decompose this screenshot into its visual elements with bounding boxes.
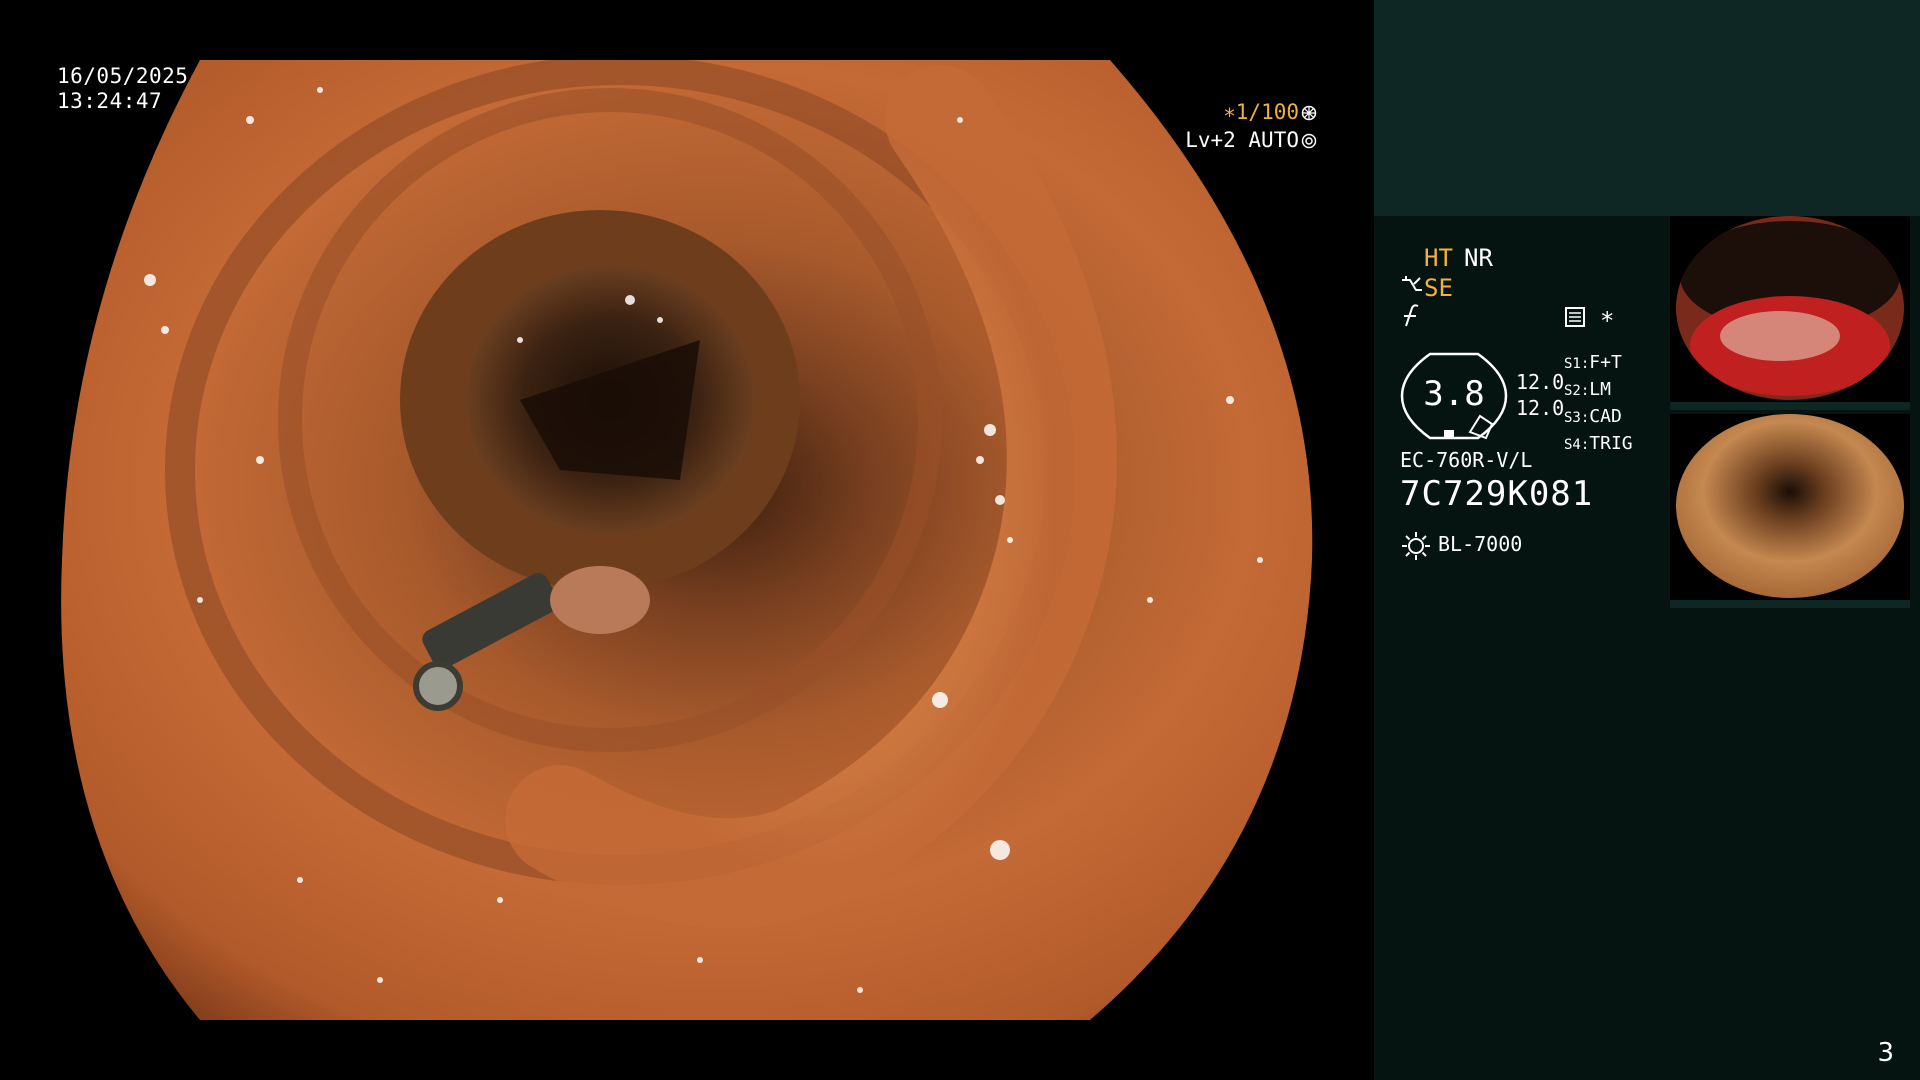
star-indicator: ∗ [1600,302,1615,330]
mode-icon [1565,307,1585,327]
nr-indicator: NR [1464,244,1493,272]
s-setting-row: S3:CAD [1564,406,1622,427]
gauge-right-2: 12.0 [1516,396,1565,420]
thumbnail-bar [1670,402,1910,410]
level-value: Lv+2 AUTO [1185,128,1299,152]
exam-date: 16/05/2025 [57,64,189,88]
exam-time: 13:24:47 [57,89,163,113]
s-setting-row: S2:LM [1564,379,1611,400]
gauge-value: 3.8 [1423,374,1485,414]
light-source-icon [1402,532,1430,560]
thumbnail-capture-1[interactable] [1670,216,1910,410]
s-setting-row: S4:TRIG [1564,433,1633,454]
gauge-right-1: 12.0 [1516,370,1565,394]
panel-header-area [1374,0,1920,216]
scope-serial: 7C729K081 [1400,474,1594,514]
s-settings-list: S1:F+T S2:LM S3:CAD S4:TRIG [1564,350,1633,458]
thumbnail-bar [1670,600,1910,608]
zoom-icon [1301,105,1317,121]
endoscopy-view: 16/05/2025 13:24:47 ∗1/100 Lv+2 AUTO [0,0,1374,1080]
auto-icon [1301,133,1317,149]
scope-model: EC-760R-V/L [1400,448,1533,472]
zoom-readout: ∗1/100 [1223,100,1317,124]
light-source-model: BL-7000 [1438,532,1523,556]
f-icon [1404,304,1419,327]
level-readout: Lv+2 AUTO [1185,128,1317,152]
endoscopic-image [61,60,1313,1020]
s-setting-row: S1:F+T [1564,352,1622,373]
thumbnail-image-1 [1670,216,1910,410]
se-indicator: SE [1424,274,1453,302]
zoom-value: ∗1/100 [1223,100,1299,124]
structure-enhance-icon [1402,276,1422,291]
thumbnail-capture-2[interactable] [1670,414,1910,608]
ht-indicator: HT [1424,244,1453,272]
thumbnail-image-2 [1670,414,1910,608]
page-number: 3 [1877,1038,1894,1068]
